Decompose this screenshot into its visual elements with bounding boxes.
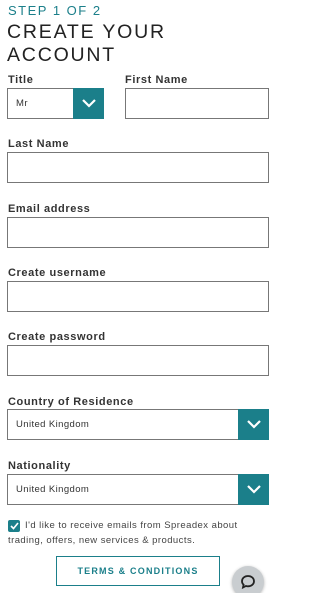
terms-conditions-button[interactable]: TERMS & CONDITIONS	[56, 556, 220, 586]
title-select[interactable]: Mr	[7, 88, 104, 119]
chat-button[interactable]	[232, 566, 264, 593]
password-field[interactable]	[7, 345, 269, 376]
email-consent-text: I'd like to receive emails from Spreadex…	[8, 520, 238, 546]
last-name-field[interactable]	[7, 152, 269, 183]
nationality-select-value: United Kingdom	[16, 484, 90, 495]
nationality-label: Nationality	[8, 460, 71, 472]
title-select-value: Mr	[16, 98, 28, 109]
first-name-field[interactable]	[125, 88, 269, 119]
email-consent-checkbox[interactable]	[8, 520, 20, 532]
chevron-down-icon	[73, 88, 104, 119]
last-name-label: Last Name	[8, 138, 70, 150]
chevron-down-icon	[238, 409, 269, 440]
nationality-select[interactable]: United Kingdom	[7, 474, 269, 505]
chevron-down-icon	[238, 474, 269, 505]
country-select[interactable]: United Kingdom	[7, 409, 269, 440]
page-title: CREATE YOUR ACCOUNT	[7, 21, 166, 66]
email-label: Email address	[8, 203, 91, 215]
country-label: Country of Residence	[8, 396, 134, 408]
title-label: Title	[8, 74, 34, 86]
step-indicator: STEP 1 OF 2	[8, 3, 102, 18]
chat-bubble-icon	[241, 575, 255, 590]
first-name-label: First Name	[125, 74, 188, 86]
email-field[interactable]	[7, 217, 269, 248]
username-field[interactable]	[7, 281, 269, 312]
country-select-value: United Kingdom	[16, 419, 90, 430]
check-icon	[9, 522, 19, 530]
password-label: Create password	[8, 331, 106, 343]
username-label: Create username	[8, 267, 107, 279]
